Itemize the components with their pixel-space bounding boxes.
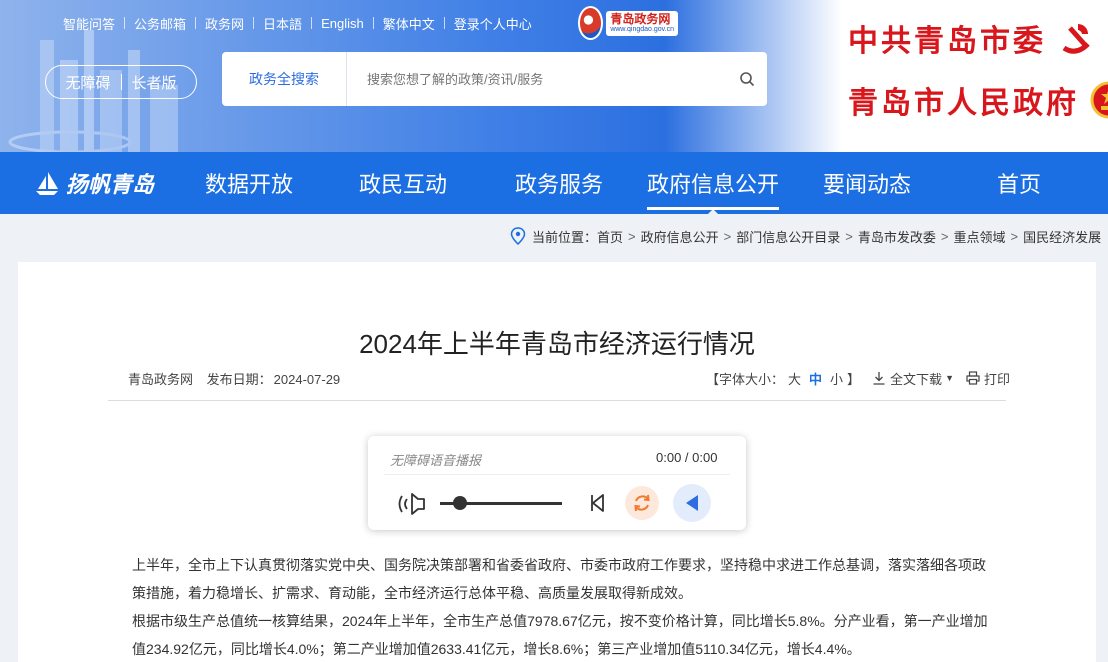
volume-button[interactable]	[398, 492, 428, 516]
next-button[interactable]	[586, 491, 610, 515]
breadcrumb-item[interactable]: 青岛市发改委	[858, 227, 936, 246]
download-label: 全文下载	[890, 371, 943, 387]
search-input[interactable]	[347, 52, 727, 106]
accessibility-mode-button[interactable]: 无障碍	[55, 72, 120, 93]
toplink-login[interactable]: 登录个人中心	[445, 14, 541, 33]
replay-button[interactable]	[625, 486, 659, 520]
player-divider	[384, 474, 730, 475]
party-committee-banner: 中共青岛市委	[848, 18, 1096, 58]
city-government-banner: 青岛市人民政府	[848, 80, 1108, 120]
article-meta: 青岛政务网 发布日期： 2024-07-29 【字体大小： 大 中 小 】 全文下…	[128, 369, 1010, 387]
voice-broadcast-player: 无障碍语音播报 0:00 / 0:00	[368, 436, 746, 530]
toplink-official-mail[interactable]: 公务邮箱	[125, 14, 195, 33]
play-button[interactable]	[673, 484, 711, 522]
font-size-small[interactable]: 小	[830, 369, 843, 388]
player-time: 0:00 / 0:00	[656, 450, 718, 465]
nav-gov-services[interactable]: 政务服务	[515, 152, 603, 214]
toplink-japanese[interactable]: 日本語	[254, 14, 311, 33]
sailboat-icon	[36, 172, 58, 195]
article-source: 青岛政务网	[128, 372, 194, 387]
top-links-bar: 智能问答 公务邮箱 政务网 日本語 English 繁体中文 登录个人中心	[54, 8, 541, 38]
nav-brand[interactable]: 扬帆青岛	[34, 152, 154, 214]
article-title: 2024年上半年青岛市经济运行情况	[359, 329, 755, 359]
article-panel: 2024年上半年青岛市经济运行情况 青岛政务网 发布日期： 2024-07-29 …	[18, 262, 1096, 662]
nav-data-open[interactable]: 数据开放	[205, 152, 293, 214]
search-icon[interactable]	[727, 52, 767, 106]
city-government-name: 青岛市人民政府	[848, 87, 1079, 120]
nav-news[interactable]: 要闻动态	[823, 152, 911, 214]
toplink-english[interactable]: English	[312, 16, 373, 31]
logo-title: 青岛政务网	[610, 11, 671, 26]
font-size-medium[interactable]: 中	[809, 369, 822, 388]
breadcrumb-item[interactable]: 国民经济发展	[1023, 227, 1101, 246]
breadcrumb-separator: >	[628, 228, 636, 244]
party-emblem-icon	[1062, 24, 1090, 54]
refresh-icon	[634, 494, 650, 512]
breadcrumb-separator: >	[940, 228, 949, 244]
nav-interaction[interactable]: 政民互动	[359, 152, 447, 214]
location-pin-icon	[510, 227, 526, 245]
party-committee-name: 中共青岛市委	[848, 25, 1046, 58]
article-paragraph: 根据市级生产总值统一核算结果，2024年上半年，全市生产总值7978.67亿元，…	[132, 613, 988, 657]
nav-brand-label: 扬帆青岛	[66, 172, 155, 197]
article-meta-left: 青岛政务网 发布日期： 2024-07-29	[128, 369, 342, 387]
progress-handle[interactable]	[452, 496, 467, 510]
printer-icon	[966, 371, 980, 385]
meta-divider	[108, 400, 1006, 401]
download-button[interactable]: 全文下载 ▼	[872, 369, 954, 388]
font-size-close: 】	[847, 371, 861, 387]
article-paragraph: 上半年，全市上下认真贯彻落实党中央、国务院决策部署和省委省政府、市委市政府工作要…	[132, 557, 986, 601]
print-button[interactable]: 打印	[966, 369, 1010, 388]
breadcrumb-item[interactable]: 政府信息公开	[641, 227, 719, 246]
globe-logo-icon	[578, 6, 604, 40]
breadcrumb-item[interactable]: 首页	[597, 227, 623, 246]
toplink-gov-network[interactable]: 政务网	[196, 14, 253, 33]
toplink-traditional-chinese[interactable]: 繁体中文	[374, 14, 444, 33]
article-date: 2024-07-29	[273, 372, 341, 387]
font-size-large[interactable]: 大	[788, 369, 801, 388]
search-button[interactable]: 政务全搜索	[222, 52, 347, 106]
nav-home[interactable]: 首页	[997, 152, 1041, 214]
toplink-smart-qa[interactable]: 智能问答	[54, 14, 124, 33]
logo-url: www.qingdao.gov.cn	[610, 25, 674, 33]
play-icon	[686, 495, 698, 511]
player-title: 无障碍语音播报	[390, 453, 482, 468]
article-date-label: 发布日期：	[206, 372, 272, 387]
breadcrumb-item[interactable]: 重点领域	[953, 227, 1005, 246]
print-label: 打印	[983, 371, 1010, 387]
mode-switch: 无障碍 长者版	[45, 65, 197, 99]
article-tools: 【字体大小： 大 中 小 】 全文下载 ▼ 打印	[706, 369, 1010, 387]
breadcrumb-prefix: 当前位置：	[532, 229, 598, 245]
elderly-mode-button[interactable]: 长者版	[122, 72, 187, 93]
logo-text-box: 青岛政务网 www.qingdao.gov.cn	[606, 10, 678, 36]
breadcrumb-item[interactable]: 部门信息公开目录	[736, 227, 840, 246]
main-navigation: 扬帆青岛 数据开放 政民互动 政务服务 政府信息公开 要闻动态 首页	[0, 152, 1108, 215]
site-logo[interactable]: 青岛政务网 www.qingdao.gov.cn	[578, 4, 678, 42]
breadcrumb-separator: >	[845, 228, 853, 244]
chevron-down-icon: ▼	[945, 373, 954, 383]
article-body: 上半年，全市上下认真贯彻落实党中央、国务院决策部署和省委省政府、市委市政府工作要…	[132, 551, 992, 662]
breadcrumb-separator: >	[1010, 228, 1019, 244]
font-size-label: 【字体大小：	[705, 371, 784, 387]
national-emblem-icon	[1090, 81, 1108, 119]
breadcrumb: 当前位置： 首页 > 政府信息公开 > 部门信息公开目录 > 青岛市发改委 > …	[510, 226, 1101, 246]
speaker-icon	[398, 493, 425, 515]
nav-info-disclosure[interactable]: 政府信息公开	[647, 152, 780, 215]
download-icon	[873, 372, 885, 385]
skip-icon	[591, 494, 604, 512]
search-bar: 政务全搜索	[222, 52, 767, 106]
site-header: 智能问答 公务邮箱 政务网 日本語 English 繁体中文 登录个人中心 青岛…	[0, 0, 1108, 152]
breadcrumb-separator: >	[723, 228, 732, 244]
